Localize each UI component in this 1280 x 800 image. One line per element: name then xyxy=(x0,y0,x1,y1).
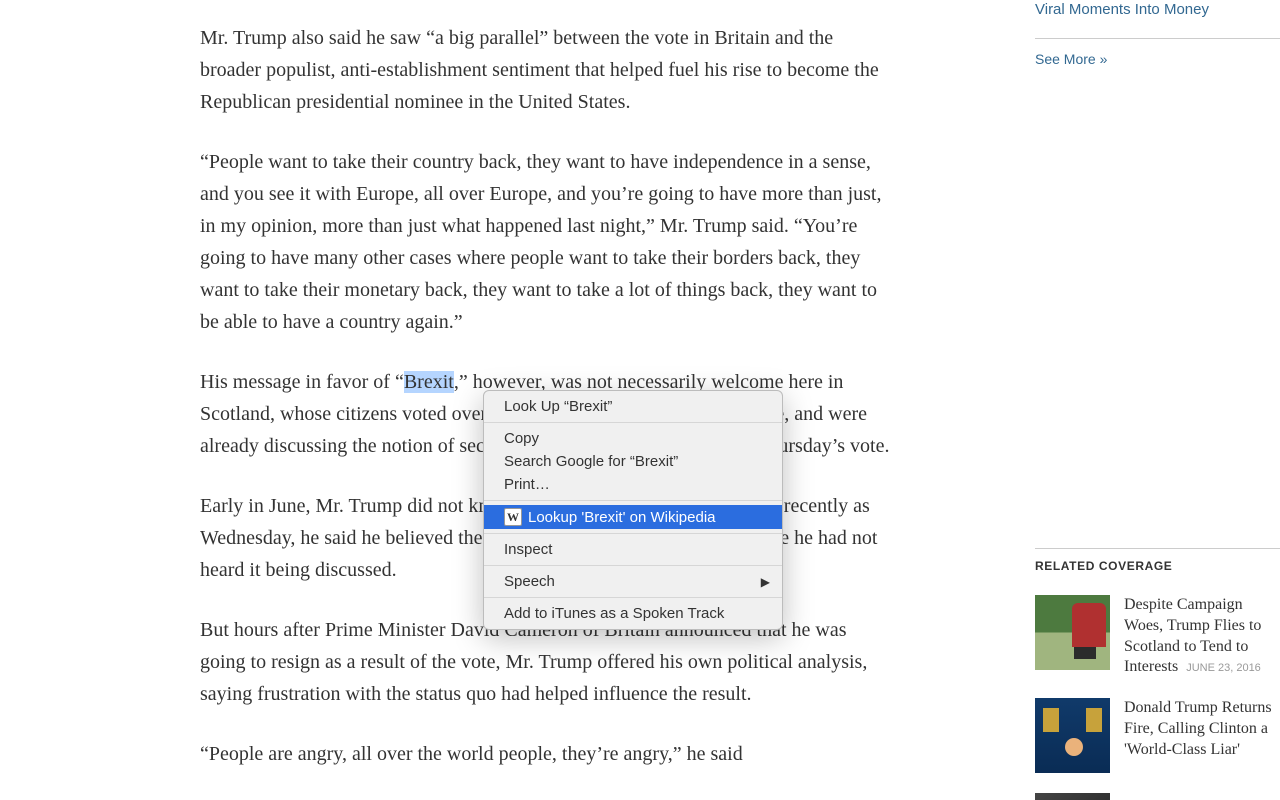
related-item[interactable]: Despite Campaign Woes, Trump Flies to Sc… xyxy=(1035,595,1280,678)
menu-lookup-wikipedia[interactable]: W Lookup 'Brexit' on Wikipedia xyxy=(484,505,782,529)
menu-separator xyxy=(484,565,782,566)
menu-speech-label: Speech xyxy=(504,573,555,590)
sidebar-link[interactable]: Viral Moments Into Money xyxy=(1035,0,1280,20)
menu-add-itunes[interactable]: Add to iTunes as a Spoken Track xyxy=(484,602,782,625)
menu-look-up[interactable]: Look Up “Brexit” xyxy=(484,395,782,418)
article-paragraph: Mr. Trump also said he saw “a big parall… xyxy=(200,22,890,118)
submenu-arrow-icon: ▶ xyxy=(761,575,770,589)
related-title: Despite Campaign Woes, Trump Flies to Sc… xyxy=(1124,595,1280,678)
menu-separator xyxy=(484,500,782,501)
related-thumbnail xyxy=(1035,698,1110,773)
menu-separator xyxy=(484,597,782,598)
article-text: His message in favor of “ xyxy=(200,371,404,393)
related-item[interactable] xyxy=(1035,793,1280,800)
menu-inspect[interactable]: Inspect xyxy=(484,538,782,561)
selected-text[interactable]: Brexit xyxy=(404,371,454,393)
divider xyxy=(1035,38,1280,39)
related-coverage: RELATED COVERAGE Despite Campaign Woes, … xyxy=(1035,548,1280,800)
divider xyxy=(1035,548,1280,549)
menu-lookup-wikipedia-label: Lookup 'Brexit' on Wikipedia xyxy=(528,509,716,526)
related-title: Donald Trump Returns Fire, Calling Clint… xyxy=(1124,698,1280,760)
related-thumbnail xyxy=(1035,793,1110,800)
related-heading: RELATED COVERAGE xyxy=(1035,559,1280,573)
menu-search-google[interactable]: Search Google for “Brexit” xyxy=(484,450,782,473)
menu-separator xyxy=(484,422,782,423)
context-menu: Look Up “Brexit” Copy Search Google for … xyxy=(483,390,783,630)
article-paragraph: “People are angry, all over the world pe… xyxy=(200,738,890,770)
see-more-link[interactable]: See More » xyxy=(1035,51,1280,67)
wikipedia-icon: W xyxy=(504,508,522,526)
menu-copy[interactable]: Copy xyxy=(484,427,782,450)
menu-print[interactable]: Print… xyxy=(484,473,782,496)
related-thumbnail xyxy=(1035,595,1110,670)
related-item[interactable]: Donald Trump Returns Fire, Calling Clint… xyxy=(1035,698,1280,773)
article-paragraph: “People want to take their country back,… xyxy=(200,146,890,338)
menu-separator xyxy=(484,533,782,534)
sidebar-top: Viral Moments Into Money See More » xyxy=(1035,0,1280,67)
related-date: JUNE 23, 2016 xyxy=(1186,662,1261,674)
menu-speech[interactable]: Speech ▶ xyxy=(484,570,782,593)
